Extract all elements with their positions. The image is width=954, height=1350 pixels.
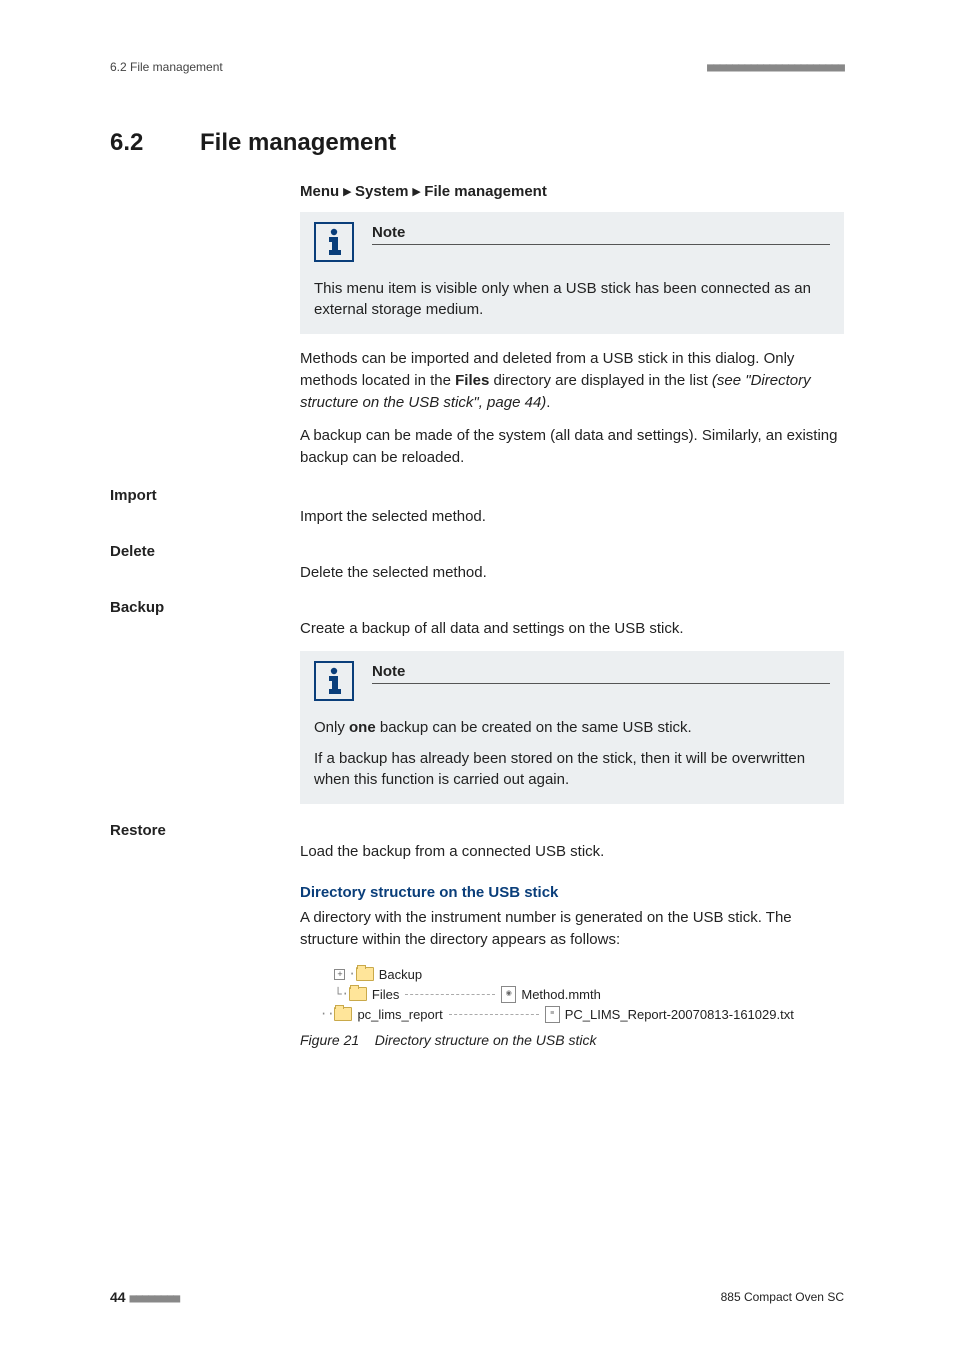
directory-tree: + · Backup └· Files ◉ Method.mmth ·· pc_…	[320, 964, 844, 1024]
expand-icon: +	[334, 969, 345, 980]
command-block-restore: Restore Load the backup from a connected…	[110, 822, 844, 860]
body-paragraph: A directory with the instrument number i…	[300, 907, 844, 951]
section-heading: 6.2 File management	[110, 129, 844, 157]
command-label: Restore	[110, 822, 844, 839]
section-number: 6.2	[110, 129, 200, 157]
page-footer: 44 ■■■■■■■■ 885 Compact Oven SC	[110, 1289, 844, 1305]
figure-caption: Figure 21 Directory structure on the USB…	[300, 1032, 844, 1048]
running-header-right: ■■■■■■■■■■■■■■■■■■■■■■	[707, 60, 844, 74]
file-icon: ≡	[545, 1006, 560, 1023]
footer-dots: ■■■■■■■■	[129, 1291, 179, 1305]
body-paragraph: A backup can be made of the system (all …	[300, 425, 844, 469]
chevron-right-icon: ▸	[343, 183, 355, 200]
tree-node-pclims: ·· pc_lims_report ≡ PC_LIMS_Report-20070…	[320, 1004, 844, 1024]
tree-label: pc_lims_report	[357, 1007, 442, 1022]
command-desc: Import the selected method.	[300, 508, 844, 525]
command-block-import: Import Import the selected method.	[110, 487, 844, 525]
command-label: Import	[110, 487, 844, 504]
running-header-left: 6.2 File management	[110, 60, 223, 74]
tree-node-backup: + · Backup	[320, 964, 844, 984]
tree-label: Backup	[379, 967, 422, 982]
file-icon: ◉	[501, 986, 516, 1003]
running-header: 6.2 File management ■■■■■■■■■■■■■■■■■■■■…	[110, 60, 844, 74]
folder-icon	[334, 1007, 352, 1021]
tree-node-files: └· Files ◉ Method.mmth	[320, 984, 844, 1004]
breadcrumb-item: File management	[424, 183, 547, 200]
breadcrumb-item: Menu	[300, 183, 339, 200]
chevron-right-icon: ▸	[413, 183, 425, 200]
command-block-delete: Delete Delete the selected method.	[110, 543, 844, 581]
info-icon	[314, 661, 354, 701]
tree-file-label: Method.mmth	[521, 987, 600, 1002]
breadcrumb: Menu ▸ System ▸ File management	[300, 182, 844, 200]
tree-label: Files	[372, 987, 399, 1002]
command-desc: Load the backup from a connected USB sti…	[300, 843, 844, 860]
command-block-backup: Backup Create a backup of all data and s…	[110, 599, 844, 804]
note-body: Only one backup can be created on the sa…	[314, 717, 830, 738]
command-desc: Create a backup of all data and settings…	[300, 620, 844, 637]
note-body: This menu item is visible only when a US…	[314, 278, 830, 320]
note-box: Note Only one backup can be created on t…	[300, 651, 844, 804]
folder-icon	[349, 987, 367, 1001]
command-desc: Delete the selected method.	[300, 564, 844, 581]
note-title: Note	[372, 663, 830, 684]
note-body: If a backup has already been stored on t…	[314, 748, 830, 790]
note-title: Note	[372, 224, 830, 245]
dash-connector	[405, 994, 495, 995]
body-paragraph: Methods can be imported and deleted from…	[300, 348, 844, 413]
note-box: Note This menu item is visible only when…	[300, 212, 844, 334]
breadcrumb-item: System	[355, 183, 408, 200]
document-page: 6.2 File management ■■■■■■■■■■■■■■■■■■■■…	[0, 0, 954, 1350]
command-label: Backup	[110, 599, 844, 616]
section-title-text: File management	[200, 129, 396, 157]
dash-connector	[449, 1014, 539, 1015]
product-name: 885 Compact Oven SC	[721, 1290, 844, 1304]
tree-file-label: PC_LIMS_Report-20070813-161029.txt	[565, 1007, 794, 1022]
main-content: Menu ▸ System ▸ File management Note	[300, 182, 844, 469]
folder-icon	[356, 967, 374, 981]
command-label: Delete	[110, 543, 844, 560]
sub-heading: Directory structure on the USB stick	[300, 884, 844, 901]
page-number: 44	[110, 1289, 126, 1305]
info-icon	[314, 222, 354, 262]
